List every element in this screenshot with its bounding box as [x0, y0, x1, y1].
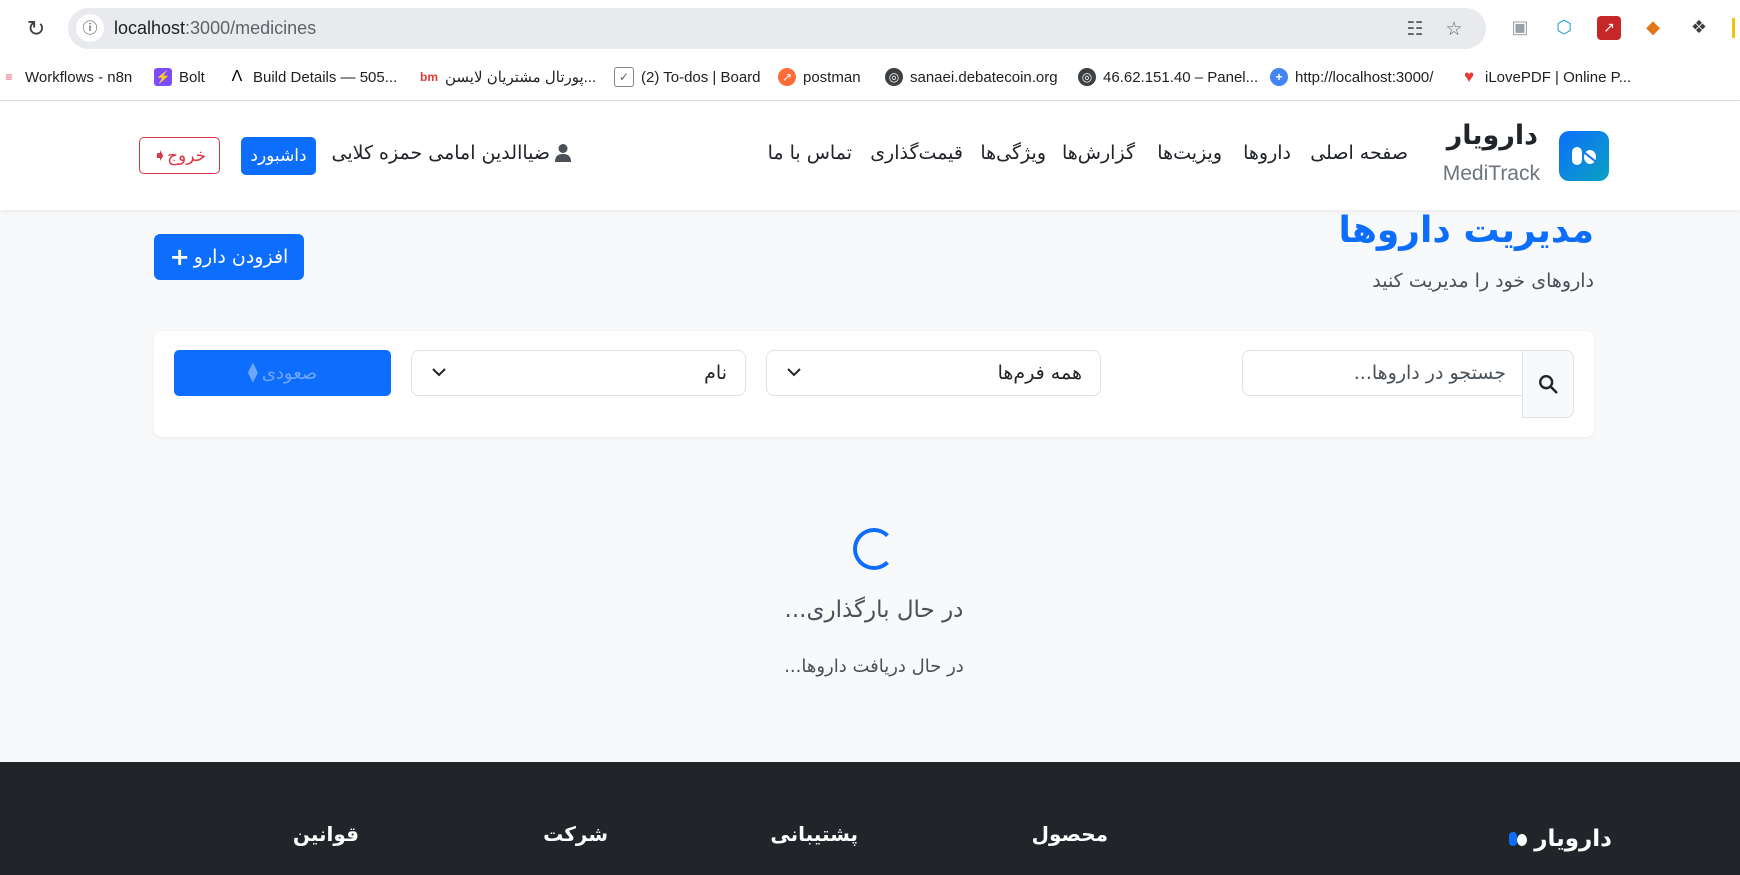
postman-icon: ↗	[778, 68, 796, 86]
sort-field-select[interactable]: نام	[411, 350, 746, 396]
bm-icon: bm	[420, 70, 438, 84]
address-bar[interactable]: ⓘ localhost:3000/medicines ☷ ☆	[68, 8, 1486, 49]
loading-subtitle: در حال دریافت داروها...	[784, 656, 964, 677]
chevron-down-icon	[787, 368, 801, 377]
loading-title: در حال بارگذاری...	[784, 597, 964, 623]
bookmark-item[interactable]: ⚡ Bolt	[154, 65, 205, 89]
bookmarks-bar: ≡ Workflows - n8n ⚡ Bolt Λ Build Details — …	[0, 56, 1740, 101]
footer-heading-support: پشتیبانی	[770, 822, 858, 846]
profile-indicator	[1732, 18, 1735, 38]
bookmark-item[interactable]: ◎ 46.62.151.40 – Panel...	[1078, 65, 1258, 89]
brand-logo-icon[interactable]	[1559, 131, 1609, 181]
globe-icon: ◎	[885, 68, 903, 86]
bookmark-item[interactable]: ✓ (2) To-dos | Board	[614, 65, 761, 89]
url-text[interactable]: localhost:3000/medicines	[114, 18, 316, 39]
metamask-icon[interactable]: ◆	[1641, 16, 1665, 40]
nav-medicines[interactable]: داروها	[1243, 142, 1291, 164]
logout-icon: ➧	[152, 145, 168, 166]
translate-icon[interactable]: ☷	[1404, 18, 1426, 40]
form-filter-select[interactable]: همه فرم‌ها	[766, 350, 1101, 396]
page-subtitle: داروهای خود را مدیریت کنید	[1372, 270, 1594, 292]
nav-visits[interactable]: ویزیت‌ها	[1157, 142, 1222, 164]
sort-icon: ▲ ▼	[247, 360, 258, 385]
footer-brand: دارویار	[1508, 826, 1612, 852]
nav-contact[interactable]: تماس با ما	[768, 142, 852, 164]
nav-pricing[interactable]: قیمت‌گذاری	[870, 142, 963, 164]
user-name: ضیاالدین امامی حمزه کلایی	[331, 142, 551, 164]
bookmark-item[interactable]: bm پورتال مشتریان لایسن...	[420, 65, 596, 89]
site-info-icon[interactable]: ⓘ	[76, 14, 104, 42]
loading-spinner	[853, 528, 895, 570]
search-icon	[1539, 375, 1558, 394]
sort-order-button[interactable]: صعودی ▲ ▼	[174, 350, 391, 396]
site-footer	[0, 762, 1740, 875]
bookmark-star-icon[interactable]: ☆	[1443, 18, 1465, 40]
nav-features[interactable]: ویژگی‌ها	[980, 142, 1046, 164]
bookmark-item[interactable]: ≡ Workflows - n8n	[0, 65, 132, 89]
globe-icon: ◎	[1078, 68, 1096, 86]
logout-button[interactable]: خروج➧	[139, 137, 220, 174]
bookmark-item[interactable]: ◎ sanaei.debatecoin.org	[885, 65, 1058, 89]
user-profile[interactable]: ضیاالدین امامی حمزه کلایی	[332, 142, 573, 164]
extensions-puzzle-icon[interactable]: ❖	[1687, 16, 1711, 40]
heart-icon: ♥	[1463, 67, 1475, 86]
page-title: مدیریت داروها	[1338, 210, 1594, 251]
bookmark-item[interactable]: Λ Build Details — 505...	[228, 65, 398, 89]
search-button[interactable]	[1522, 350, 1574, 418]
bookmark-item[interactable]: + http://localhost:3000/	[1270, 65, 1433, 89]
footer-heading-company: شرکت	[543, 822, 608, 846]
bookmark-item[interactable]: ↗ postman	[778, 65, 861, 89]
add-medicine-button[interactable]: افزودن دارو +	[154, 234, 304, 280]
red-extension-icon[interactable]: ↗	[1597, 16, 1621, 40]
footer-heading-product: محصول	[1031, 822, 1108, 846]
plus-circle-icon: +	[1270, 68, 1288, 86]
search-input[interactable]	[1242, 350, 1522, 396]
nav-home[interactable]: صفحه اصلی	[1310, 142, 1408, 164]
n8n-icon: ≡	[5, 70, 13, 84]
footer-heading-terms: قوانین	[292, 822, 359, 846]
user-icon	[555, 144, 571, 162]
checkbox-icon: ✓	[614, 67, 634, 87]
dashboard-button[interactable]: داشبورد	[241, 137, 316, 175]
chevron-down-icon	[432, 368, 446, 377]
reload-icon[interactable]: ↻	[22, 16, 50, 44]
brand-title[interactable]: دارویار	[1447, 120, 1538, 151]
plus-icon: +	[169, 243, 190, 271]
bolt-icon: ⚡	[154, 68, 172, 86]
bookmark-item[interactable]: ♥ iLovePDF | Online P...	[1460, 65, 1631, 89]
diamond-extension-icon[interactable]: ⬡	[1552, 16, 1576, 40]
nav-reports[interactable]: گزارش‌ها	[1062, 142, 1135, 164]
vercel-icon: Λ	[231, 68, 243, 85]
browser-toolbar: ↻ ⓘ localhost:3000/medicines ☷ ☆ ▣ ⬡ ↗ ◆…	[0, 0, 1740, 56]
brand-subtitle: MediTrack	[1442, 162, 1540, 185]
pill-icon	[1509, 832, 1528, 846]
camera-extension-icon[interactable]: ▣	[1508, 16, 1532, 40]
